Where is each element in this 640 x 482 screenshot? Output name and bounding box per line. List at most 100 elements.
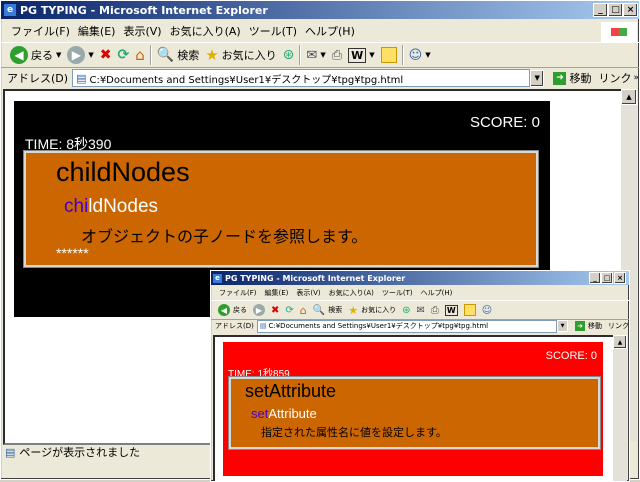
menu-edit[interactable]: 編集(E) — [261, 288, 293, 298]
scroll-up-button[interactable]: ▲ — [621, 89, 637, 105]
status-bar: ▤ ページが表示されました — [1, 443, 215, 461]
menu-file[interactable]: ファイル(F) — [215, 288, 261, 298]
address-bar: アドレス(D) ▤ C:¥Documents and Settings¥User… — [1, 67, 639, 89]
chevron-right-icon: » — [633, 73, 639, 83]
word-icon: W — [348, 47, 367, 63]
menu-favorites[interactable]: お気に入り(A) — [325, 288, 378, 298]
forward-arrow-icon: ▶ — [67, 46, 86, 64]
favorites-button[interactable]: ★ お気に入り — [345, 304, 399, 317]
chevron-down-icon: ▼ — [56, 51, 62, 59]
go-button[interactable]: ➜ 移動 — [550, 70, 594, 86]
address-input[interactable]: ▤ C:¥Documents and Settings¥User1¥デスクトップ… — [72, 69, 530, 87]
typed-text: set — [251, 406, 269, 421]
forward-arrow-icon: ▶ — [253, 304, 265, 316]
edit-button[interactable]: W — [442, 304, 461, 316]
search-icon: 🔍 — [156, 47, 175, 63]
popup-vertical-scrollbar[interactable]: ▲ — [613, 335, 627, 481]
discuss-button[interactable] — [461, 304, 479, 316]
links-button[interactable]: リンク — [608, 321, 629, 331]
stop-button[interactable]: ✖ — [268, 305, 282, 316]
edit-button[interactable]: W ▼ — [345, 47, 378, 63]
popup-close-button[interactable]: × — [614, 272, 626, 284]
menu-tools[interactable]: ツール(T) — [245, 23, 301, 39]
mail-button[interactable]: ✉ ▼ — [303, 48, 328, 63]
close-button[interactable]: × — [623, 3, 638, 17]
back-button[interactable]: ◀ 戻る — [215, 304, 250, 316]
status-page-icon: ▤ — [5, 445, 16, 459]
history-icon: ⊛ — [402, 304, 411, 316]
window-title: PG TYPING - Microsoft Internet Explorer — [20, 3, 268, 17]
home-icon: ⌂ — [299, 303, 307, 317]
menu-file[interactable]: ファイル(F) — [7, 23, 74, 39]
masked-input: ****** — [56, 245, 89, 261]
word-card: setAttribute setAttribute 指定された属性名に値を設定し… — [228, 376, 601, 450]
scroll-up-button[interactable]: ▲ — [613, 335, 627, 349]
popup-menu-bar: ファイル(F) 編集(E) 表示(V) お気に入り(A) ツール(T) ヘルプ(… — [211, 286, 629, 300]
word-card: childNodes childNodes オブジェクトの子ノードを参照します。… — [23, 150, 539, 268]
popup-game-panel: SCORE: 0 TIME: 1秒859 setAttribute setAtt… — [223, 342, 603, 476]
address-label: アドレス(D) — [215, 322, 254, 330]
ie-app-icon: e — [4, 4, 16, 16]
print-button[interactable]: ⎙ — [428, 305, 442, 316]
word-description: オブジェクトの子ノードを参照します。 — [81, 227, 368, 246]
forward-button[interactable]: ▶ — [250, 304, 268, 316]
print-button[interactable]: ⎙ — [329, 48, 345, 63]
print-icon: ⎙ — [430, 304, 439, 316]
maximize-button[interactable]: □ — [608, 3, 623, 17]
score-display: SCORE: 0 — [545, 350, 597, 362]
menu-help[interactable]: ヘルプ(H) — [417, 288, 457, 298]
standard-toolbar: ◀ 戻る ▼ ▶ ▼ ✖ ⟳ ⌂ 🔍 検索 ★ お気に入り ⊛ ✉ ▼ ⎙ W ▼ … — [1, 42, 639, 68]
remaining-text: Attribute — [268, 406, 317, 421]
go-button[interactable]: ➜ 移動 — [572, 321, 605, 331]
back-button[interactable]: ◀ 戻る ▼ — [7, 46, 64, 64]
links-button[interactable]: リンク — [598, 70, 631, 86]
menu-view[interactable]: 表示(V) — [292, 288, 324, 298]
history-button[interactable]: ⊛ — [280, 47, 298, 63]
refresh-button[interactable]: ⟳ — [115, 47, 133, 63]
popup-toolbar: ◀ 戻る ▶ ✖ ⟳ ⌂ 🔍 検索 ★ お気に入り ⊛ ✉ ⎙ W ☺ — [211, 300, 629, 320]
menu-tools[interactable]: ツール(T) — [378, 288, 417, 298]
back-arrow-icon: ◀ — [218, 304, 230, 316]
popup-minimize-button[interactable]: _ — [589, 272, 601, 284]
messenger-icon: ☺ — [408, 47, 423, 63]
stop-icon: ✖ — [99, 47, 112, 63]
home-button[interactable]: ⌂ — [132, 46, 148, 64]
main-titlebar[interactable]: e PG TYPING - Microsoft Internet Explore… — [1, 1, 639, 19]
word-description: 指定された属性名に値を設定します。 — [261, 426, 447, 439]
search-icon: 🔍 — [312, 304, 326, 316]
mail-icon: ✉ — [306, 47, 318, 63]
address-input[interactable]: ▤ C:¥Documents and Settings¥User1¥デスクトップ… — [256, 319, 558, 333]
popup-address-bar: アドレス(D) ▤ C:¥Documents and Settings¥User… — [211, 318, 629, 334]
messenger-button[interactable]: ☺ — [479, 305, 495, 316]
address-label: アドレス(D) — [7, 72, 69, 85]
stop-button[interactable]: ✖ — [97, 47, 115, 63]
menu-bar: ファイル(F) 編集(E) 表示(V) お気に入り(A) ツール(T) ヘルプ(… — [1, 21, 639, 41]
star-icon: ★ — [348, 303, 359, 317]
discuss-button[interactable] — [378, 47, 400, 63]
menu-edit[interactable]: 編集(E) — [74, 23, 120, 39]
popup-title: PG TYPING - Microsoft Internet Explorer — [225, 273, 406, 283]
popup-maximize-button[interactable]: □ — [601, 272, 613, 284]
search-button[interactable]: 🔍 検索 — [154, 47, 202, 63]
popup-page-viewport: SCORE: 0 TIME: 1秒859 setAttribute setAtt… — [213, 335, 615, 481]
messenger-button[interactable]: ☺ ▼ — [406, 48, 434, 63]
refresh-button[interactable]: ⟳ — [282, 305, 296, 316]
menu-help[interactable]: ヘルプ(H) — [301, 23, 359, 39]
popup-titlebar[interactable]: e PG TYPING - Microsoft Internet Explore… — [211, 271, 629, 285]
chevron-down-icon: ▼ — [88, 51, 94, 59]
search-button[interactable]: 🔍 検索 — [310, 305, 345, 316]
menu-favorites[interactable]: お気に入り(A) — [166, 23, 245, 39]
page-icon: ▤ — [259, 322, 267, 330]
address-dropdown-button[interactable]: ▼ — [529, 69, 545, 87]
forward-button[interactable]: ▶ ▼ — [64, 46, 96, 64]
history-button[interactable]: ⊛ — [399, 305, 413, 316]
menu-view[interactable]: 表示(V) — [119, 23, 165, 39]
home-button[interactable]: ⌂ — [297, 304, 310, 317]
favorites-button[interactable]: ★ お気に入り — [202, 46, 279, 64]
address-dropdown-button[interactable]: ▼ — [557, 320, 568, 332]
minimize-button[interactable]: _ — [593, 3, 608, 17]
remaining-text: ldNodes — [88, 196, 159, 217]
target-word: childNodes — [56, 157, 190, 187]
messenger-icon: ☺ — [481, 304, 493, 316]
mail-button[interactable]: ✉ — [413, 305, 427, 316]
